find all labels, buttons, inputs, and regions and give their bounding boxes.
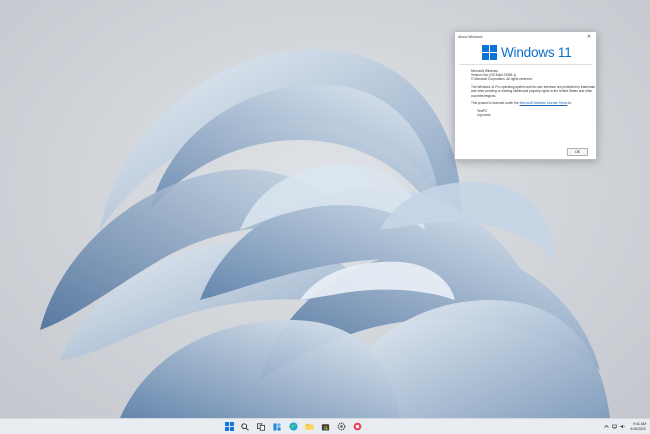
start-icon[interactable] [224, 422, 234, 432]
license-prefix: This product is licensed under the [471, 101, 520, 106]
desktop: About Windows ✕ Windows 11 Microsoft Win… [0, 0, 650, 418]
about-windows-dialog: About Windows ✕ Windows 11 Microsoft Win… [454, 31, 597, 160]
network-icon[interactable] [612, 424, 618, 429]
dialog-titlebar[interactable]: About Windows ✕ [455, 32, 596, 42]
license-suffix: to: [567, 101, 572, 106]
windows-logo-icon [482, 45, 497, 60]
store-icon[interactable] [320, 422, 330, 432]
volume-icon[interactable] [620, 424, 625, 429]
chevron-up-icon[interactable] [604, 424, 610, 429]
file-explorer-icon[interactable] [304, 422, 314, 432]
search-icon[interactable] [240, 422, 250, 432]
system-tray: 9:41 AM 6/16/2021 [604, 420, 646, 433]
dialog-title: About Windows [458, 35, 483, 39]
licensed-org: org name [477, 113, 491, 118]
clock-time: 9:41 AM [633, 422, 646, 427]
clock-date: 6/16/2021 [630, 426, 646, 431]
dialog-info: Microsoft Windows Version Dev (OS Build … [455, 69, 596, 117]
edge-icon[interactable] [288, 422, 298, 432]
divider [459, 64, 592, 65]
license-link[interactable]: Microsoft Software License Terms [520, 101, 568, 105]
legal-text: The Windows 11 Pro operating system and … [471, 85, 596, 98]
snipping-icon[interactable] [352, 422, 362, 432]
taskbar-clock[interactable]: 9:41 AM 6/16/2021 [630, 422, 646, 430]
taskbar: 9:41 AM 6/16/2021 [0, 418, 650, 434]
task-view-icon[interactable] [256, 422, 266, 432]
windows-logo-row: Windows 11 [482, 45, 596, 60]
windows-brand: Windows 11 [501, 45, 572, 60]
taskbar-apps [224, 420, 362, 433]
ok-button[interactable]: OK [567, 148, 588, 156]
close-icon[interactable]: ✕ [585, 34, 593, 40]
widgets-icon[interactable] [272, 422, 282, 432]
settings-icon[interactable] [336, 422, 346, 432]
